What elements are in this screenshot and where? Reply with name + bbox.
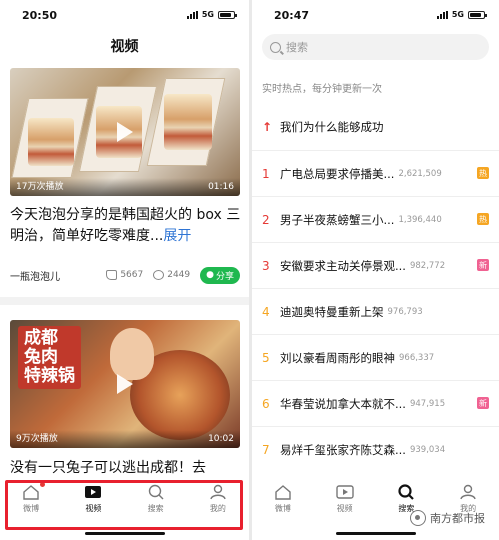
hot-search-list: ↑ 我们为什么能够成功 1 广电总局要求停播美... 2,621,509 热 2 男子半夜… <box>252 104 499 472</box>
thumbs-up-icon <box>106 270 118 280</box>
video-icon <box>335 485 354 499</box>
like-button[interactable]: 5667 <box>106 270 143 280</box>
view-count: 17万次播放 <box>16 182 64 192</box>
video-action-row: 一瓶泡泡儿 5667 2449 ● 分享 <box>10 265 240 285</box>
card-divider <box>0 297 249 305</box>
hot-item-count: 966,337 <box>399 352 435 363</box>
hot-item-title: 男子半夜蒸螃蟹三小... <box>280 212 395 227</box>
signal-icon <box>186 10 198 19</box>
profile-icon <box>460 484 476 500</box>
hot-item-rank: 7 <box>262 442 270 457</box>
hot-item-badge: 热 <box>477 167 489 179</box>
watermark: 南方都市报 <box>410 510 485 526</box>
hot-item-count: 976,793 <box>387 306 423 317</box>
comment-icon <box>153 270 165 280</box>
hot-item[interactable]: 4 迪迦奥特曼重新上架 976,793 <box>252 288 499 334</box>
status-indicators: 5G <box>436 10 487 19</box>
tab-weibo[interactable]: 微博 <box>259 484 307 514</box>
status-time: 20:47 <box>274 9 310 22</box>
search-placeholder: 搜索 <box>286 41 308 54</box>
newspaper-logo-icon <box>410 510 426 526</box>
hot-item-rank: 3 <box>262 258 270 273</box>
hot-item[interactable]: 6 华春莹说加拿大本就不... 947,915 新 <box>252 380 499 426</box>
pinned-arrow-icon: ↑ <box>262 120 273 134</box>
home-icon <box>275 485 291 500</box>
hot-item-title: 广电总局要求停播美... <box>280 166 395 181</box>
hot-item-badge: 新 <box>477 259 489 271</box>
tab-bar-highlight-box <box>5 480 243 530</box>
battery-icon <box>468 10 487 19</box>
comment-button[interactable]: 2449 <box>153 270 190 280</box>
comparison-stage: 20:50 5G 视频 17万次播放 01:16 今天泡泡分享的是韩国超火的 b… <box>0 0 499 540</box>
hot-item-count: 939,034 <box>409 444 446 455</box>
hot-item-count: 1,396,440 <box>398 214 442 225</box>
hot-item-title: 安徽要求主动关停景观... <box>280 258 406 273</box>
video-tab-screen: 20:50 5G 视频 17万次播放 01:16 今天泡泡分享的是韩国超火的 b… <box>0 0 249 540</box>
battery-icon <box>218 10 237 19</box>
hot-item-rank: 6 <box>262 396 270 411</box>
hot-list-header: 实时热点，每分钟更新一次 <box>262 84 382 95</box>
status-bar: 20:50 5G <box>0 0 249 30</box>
page-title: 视频 <box>110 39 139 55</box>
hot-item-count: 947,915 <box>409 398 446 409</box>
status-indicators: 5G <box>186 10 237 19</box>
search-icon <box>270 41 281 53</box>
expand-link[interactable]: 展开 <box>163 228 191 244</box>
hot-item-count: 2,621,509 <box>398 168 442 179</box>
hot-item-title: 刘以豪看周雨彤的眼神 <box>280 350 395 365</box>
video-overlay-title: 成都 兔肉 特辣锅 <box>18 326 81 389</box>
status-time: 20:50 <box>22 9 58 22</box>
hot-item-title: 我们为什么能够成功 <box>280 120 384 134</box>
author-name[interactable]: 一瓶泡泡儿 <box>10 268 106 283</box>
view-count: 9万次播放 <box>16 434 58 444</box>
hot-item-title: 华春莹说加拿大本就不... <box>280 396 406 411</box>
hot-item-rank: 2 <box>262 212 270 227</box>
hot-item-rank: 4 <box>262 304 270 319</box>
home-indicator <box>335 532 416 535</box>
search-input[interactable]: 搜索 <box>262 34 489 60</box>
hot-item-title: 易烊千玺张家齐陈艾森... <box>280 442 406 457</box>
hot-item-title: 迪迦奥特曼重新上架 <box>280 304 384 319</box>
search-tab-screen: 20:47 5G 搜索 实时热点，每分钟更新一次 ↑ 我们为什么能够成功 1 广电… <box>252 0 499 540</box>
person-image <box>110 328 154 380</box>
hot-item-pinned[interactable]: ↑ 我们为什么能够成功 <box>252 104 499 150</box>
hot-item[interactable]: 5 刘以豪看周雨彤的眼神 966,337 <box>252 334 499 380</box>
share-button[interactable]: ● 分享 <box>200 266 240 284</box>
signal-icon <box>436 10 448 19</box>
play-icon[interactable] <box>117 122 133 142</box>
hot-item-rank: 5 <box>262 350 270 365</box>
video-thumbnail[interactable]: 17万次播放 01:16 <box>10 68 240 196</box>
status-bar: 20:47 5G <box>252 0 499 30</box>
video-duration: 10:02 <box>208 434 234 444</box>
tab-video[interactable]: 视频 <box>321 484 369 514</box>
search-icon <box>398 484 415 500</box>
hot-item-count: 982,772 <box>409 260 446 271</box>
network-label: 5G <box>201 10 214 19</box>
wechat-icon: ● <box>206 270 214 280</box>
hot-item-rank: 1 <box>262 166 270 181</box>
play-icon[interactable] <box>117 374 133 394</box>
hot-item-badge: 热 <box>477 213 489 225</box>
hot-item[interactable]: 3 安徽要求主动关停景观... 982,772 新 <box>252 242 499 288</box>
video-duration: 01:16 <box>208 182 234 192</box>
hot-item[interactable]: 1 广电总局要求停播美... 2,621,509 热 <box>252 150 499 196</box>
home-indicator <box>84 532 165 535</box>
hot-item[interactable]: 2 男子半夜蒸螃蟹三小... 1,396,440 热 <box>252 196 499 242</box>
video-caption[interactable]: 今天泡泡分享的是韩国超火的 box 三明治，简单好吃零难度...展开 <box>10 205 242 247</box>
network-label: 5G <box>451 10 464 19</box>
hot-item[interactable]: 7 易烊千玺张家齐陈艾森... 939,034 <box>252 426 499 472</box>
video-thumbnail[interactable]: 成都 兔肉 特辣锅 9万次播放 10:02 <box>10 320 240 448</box>
hot-item-badge: 新 <box>477 397 489 409</box>
